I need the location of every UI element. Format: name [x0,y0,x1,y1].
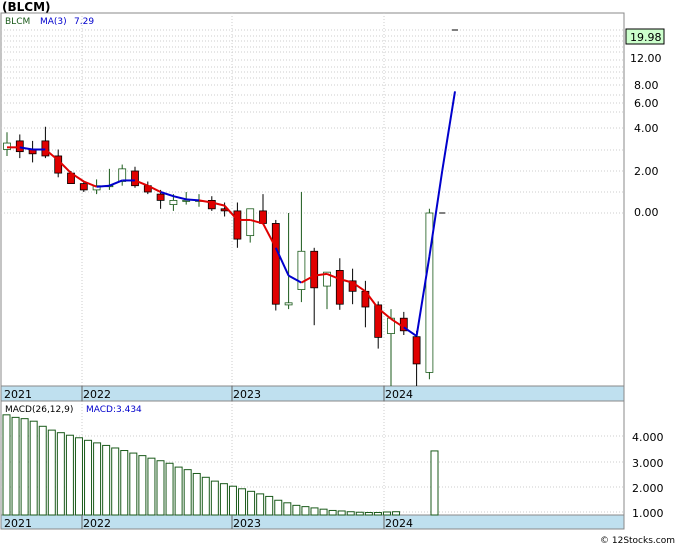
y-tick-label: 6.00 [634,97,659,110]
macd-bar [283,502,292,516]
price-year-label-2023: 2023 [233,388,261,401]
macd-bar [74,437,83,516]
macd-bar [47,429,56,516]
candle-down [131,170,139,187]
y-tick-label: 1.000 [632,507,664,520]
y-tick-label: 8.00 [634,79,659,92]
candle-down [335,270,344,305]
macd-bar [192,472,201,516]
candle-down [15,140,24,153]
legend-ma-label: MA(3) [40,17,67,27]
macd-bar [2,414,11,516]
macd-bar [292,504,301,516]
macd-bar [328,509,337,516]
legend-symbol: BLCM [5,17,30,27]
macd-bar [111,447,120,516]
macd-bar [310,507,319,516]
stock-chart: 2021 2022 2023 2024 2021 2022 2023 2024 … [0,0,675,546]
macd-bar [120,450,129,516]
y-tick-label: 4.000 [632,431,664,444]
candle-down [310,250,319,289]
macd-bar [56,432,65,516]
candle-down [233,210,242,240]
y-tick-label: 12.00 [630,52,662,65]
macd-bar [29,420,38,516]
macd-bar [93,442,102,516]
last-price-label: 19.98 [630,31,662,44]
macd-year-label-2024: 2024 [385,517,413,530]
macd-bar [346,511,355,516]
macd-bar [20,418,29,516]
legend-ma-value: 7.29 [74,17,94,27]
macd-bar [38,425,47,516]
macd-bar [301,506,310,516]
macd-bar [219,483,228,516]
candle-down [271,223,280,305]
candle-down [41,140,50,157]
candle-up [246,208,255,237]
macd-bar [147,457,156,516]
macd-bar [392,511,401,516]
macd-bar [201,476,210,516]
macd-bar [65,434,74,516]
candle-up [169,199,178,205]
macd-bar [355,511,364,516]
macd-bar [102,444,111,516]
macd-legend-label: MACD(26,12,9) [5,405,73,415]
macd-year-label-2023: 2023 [233,517,261,530]
candle-down [156,193,165,201]
price-panel-frame [0,12,625,402]
macd-bar [165,462,174,516]
macd-bar [84,439,93,516]
macd-bar [430,450,439,516]
macd-bar [11,416,20,516]
macd-bar [274,499,283,516]
price-year-label-2022: 2022 [83,388,111,401]
copyright-text: © 12Stocks.com [600,536,675,546]
ma-segment [96,184,110,188]
y-tick-label: 2.00 [634,165,659,178]
y-tick-label: 0.00 [634,206,659,219]
macd-bar [265,495,274,516]
macd-bar [256,493,265,516]
macd-bar [373,511,382,516]
macd-bar [183,469,192,516]
y-tick-label: 3.000 [632,457,664,470]
candle-down [412,336,421,365]
candle-up [3,142,11,150]
macd-year-label-2021: 2021 [4,517,32,530]
price-y-ticks: 12.00 8.00 6.00 4.00 2.00 0.00 [630,52,662,219]
price-year-label-2021: 2021 [4,388,32,401]
macd-year-label-2022: 2022 [83,517,111,530]
macd-legend-value: MACD:3.434 [86,405,142,415]
macd-bar [210,480,219,516]
y-tick-label: 4.00 [634,122,659,135]
macd-bar [247,490,256,516]
macd-y-ticks: 4.000 3.000 2.000 1.000 [632,431,664,520]
candle-down [79,183,88,191]
macd-bar [129,452,138,516]
candle-up [297,250,306,290]
macd-bar [174,466,183,516]
macd-bar [319,508,328,516]
macd-bar [337,510,346,516]
price-year-label-2024: 2024 [385,388,413,401]
y-tick-label: 2.000 [632,482,664,495]
macd-bar [364,511,373,516]
macd-bar [238,488,247,516]
macd-bar [138,455,147,516]
ticker-title: (BLCM) [2,0,51,14]
candle-up [284,302,293,306]
macd-bar [228,485,237,516]
ma-segment [186,198,200,202]
candle-down [259,210,267,224]
macd-bar [156,460,165,516]
macd-bar [382,511,391,516]
